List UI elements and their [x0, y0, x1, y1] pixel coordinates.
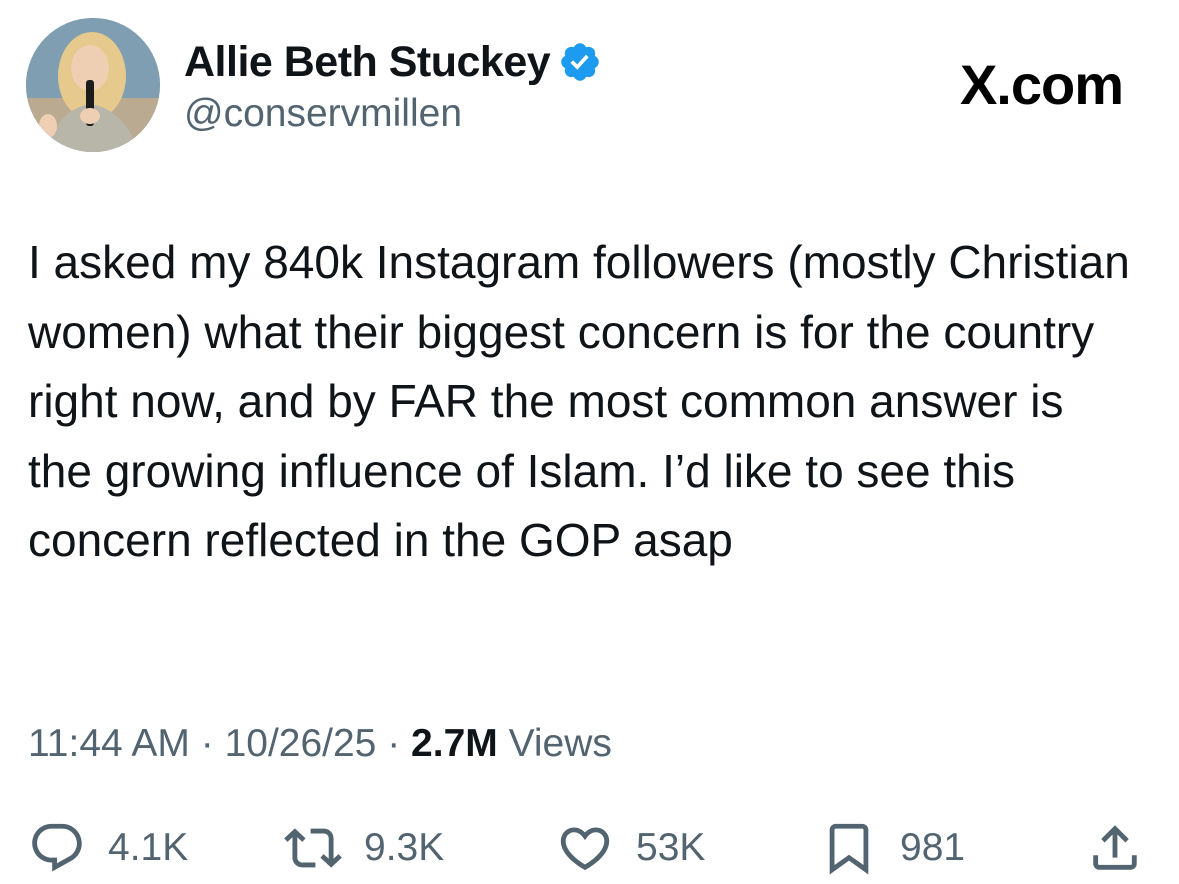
avatar-image [26, 18, 160, 152]
bookmark-button[interactable]: 981 [820, 812, 965, 884]
share-button[interactable] [1086, 812, 1144, 884]
brand-logo-text: X.com [959, 53, 1124, 116]
views-count[interactable]: 2.7M [411, 722, 498, 765]
tweet-date[interactable]: 10/26/25 [225, 722, 377, 765]
reply-count: 4.1K [108, 826, 189, 869]
like-button[interactable]: 53K [556, 812, 705, 884]
reply-icon [32, 823, 82, 872]
avatar[interactable] [26, 18, 160, 152]
repost-icon [284, 828, 342, 868]
like-count: 53K [636, 826, 706, 869]
tweet-meta: 11:44 AM · 10/26/25 · 2.7M Views [28, 722, 612, 766]
reply-button[interactable]: 4.1K [28, 812, 188, 884]
repost-count: 9.3K [364, 826, 445, 869]
repost-button[interactable]: 9.3K [284, 812, 444, 884]
action-bar: 4.1K 9.3K 53K 981 [0, 812, 1179, 884]
meta-separator: · [189, 722, 225, 765]
bookmark-icon [829, 823, 869, 875]
views-label: Views [497, 722, 612, 765]
tweet-text: I asked my 840k Instagram followers (mos… [28, 236, 1143, 566]
tweet-card: Allie Beth Stuckey @conservmillen X.com … [0, 0, 1179, 884]
verified-badge-icon[interactable] [558, 40, 602, 84]
bookmark-count: 981 [900, 826, 966, 869]
heart-icon [560, 827, 610, 871]
meta-separator: · [376, 722, 412, 765]
author-display-name[interactable]: Allie Beth Stuckey [184, 38, 551, 87]
share-icon [1093, 825, 1137, 870]
tweet-time[interactable]: 11:44 AM [28, 722, 190, 765]
author-handle[interactable]: @conservmillen [184, 92, 462, 136]
author-name-row: Allie Beth Stuckey [184, 34, 602, 90]
